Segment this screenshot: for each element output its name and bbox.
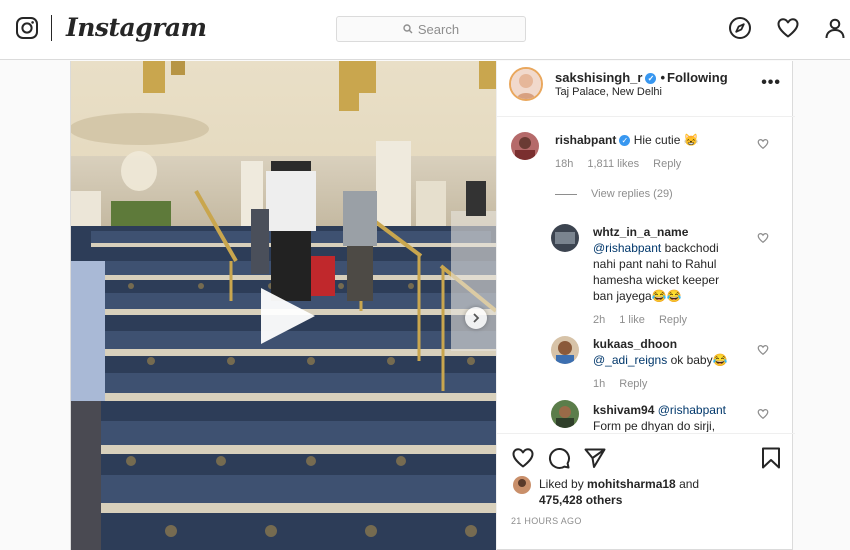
comment-like-heart-icon[interactable]: [757, 138, 769, 150]
comment-time[interactable]: 18h: [555, 158, 573, 170]
comment-meta: 1h Reply: [593, 378, 661, 390]
post-side-panel: sakshisingh_r ✓ • Following Taj Palace, New…: [496, 61, 795, 550]
avatar-image: [551, 336, 579, 364]
author-username[interactable]: sakshisingh_r: [555, 70, 642, 85]
comment-bubble-icon[interactable]: [547, 446, 571, 470]
author-line: sakshisingh_r ✓ • Following: [555, 70, 728, 85]
commenter-avatar[interactable]: [511, 132, 539, 160]
liked-by-prefix: Liked by: [539, 477, 588, 491]
comment-body: kukaas_dhoon @_adi_reigns ok baby😂: [593, 336, 753, 368]
post-actions: Liked by mohitsharma18 and 475,428 other…: [497, 433, 795, 550]
comment-mention[interactable]: @rishabpant: [658, 403, 726, 417]
search-icon: [403, 24, 413, 34]
view-replies-line: [555, 193, 577, 195]
comment-body: kshivam94 @rishabpant Form pe dhyan do s…: [593, 402, 753, 432]
comment-meta: 18h 1,811 likes Reply: [555, 158, 695, 170]
search-input[interactable]: Search: [336, 16, 526, 42]
comment-likes[interactable]: 1,811 likes: [587, 158, 639, 170]
comment-time[interactable]: 2h: [593, 314, 605, 326]
verified-badge-icon: ✓: [645, 73, 657, 85]
liked-by-username[interactable]: mohitsharma18: [587, 477, 676, 491]
comment-username[interactable]: whtz_in_a_name: [593, 225, 688, 239]
liker-avatar[interactable]: [513, 476, 531, 494]
comment-like-heart-icon[interactable]: [757, 344, 769, 356]
comment-username[interactable]: rishabpant: [555, 133, 616, 147]
verified-badge-icon: ✓: [619, 135, 631, 147]
more-options-button[interactable]: •••: [761, 74, 781, 92]
save-bookmark-icon[interactable]: [759, 446, 783, 470]
comment-body: whtz_in_a_name @rishabpant backchodi nah…: [593, 224, 733, 304]
liked-by-text: Liked by mohitsharma18 and 475,428 other…: [513, 476, 753, 508]
explore-compass-icon[interactable]: [728, 16, 752, 40]
comment-like-heart-icon[interactable]: [757, 232, 769, 244]
avatar-image: [513, 476, 531, 494]
commenter-avatar[interactable]: [551, 336, 579, 364]
liked-by-summary: Liked by mohitsharma18 and 475,428 other…: [513, 476, 753, 508]
like-heart-icon[interactable]: [511, 446, 535, 470]
next-media-button[interactable]: [465, 307, 487, 329]
play-icon[interactable]: [257, 286, 317, 346]
comment-text: Hie cutie 😸: [633, 133, 699, 147]
separator-dot: •: [660, 70, 665, 85]
avatar-image: [551, 224, 579, 252]
comment-mention[interactable]: @_adi_reigns: [593, 353, 667, 367]
comment-meta: 2h 1 like Reply: [593, 314, 701, 326]
activity-heart-icon[interactable]: [776, 16, 800, 40]
commenter-avatar[interactable]: [551, 400, 579, 428]
reply-button[interactable]: Reply: [659, 314, 687, 326]
following-button[interactable]: Following: [667, 70, 728, 85]
commenter-avatar[interactable]: [551, 224, 579, 252]
post-header: sakshisingh_r ✓ • Following Taj Palace, New…: [497, 61, 795, 117]
comment-time[interactable]: 1h: [593, 378, 605, 390]
liked-by-and: and: [675, 477, 700, 491]
share-paper-plane-icon[interactable]: [583, 446, 607, 470]
comment-body: rishabpant ✓ Hie cutie 😸: [555, 132, 755, 148]
post-card: sakshisingh_r ✓ • Following Taj Palace, New…: [70, 61, 795, 550]
avatar-image: [511, 132, 539, 160]
top-navigation-bar: Instagram Search: [0, 0, 850, 60]
nav-divider: [51, 15, 52, 41]
comment-text: ok baby😂: [667, 353, 728, 367]
view-replies-button[interactable]: View replies (29): [555, 188, 673, 200]
comment-username[interactable]: kshivam94: [593, 403, 654, 417]
reply-button[interactable]: Reply: [653, 158, 681, 170]
liked-by-others[interactable]: 475,428 others: [539, 493, 622, 507]
comments-list[interactable]: rishabpant ✓ Hie cutie 😸 18h 1,811 likes Re…: [497, 118, 795, 432]
avatar-image: [511, 69, 541, 99]
comment-mention[interactable]: @rishabpant: [593, 241, 661, 255]
view-replies-label: View replies (29): [591, 188, 673, 200]
post-timestamp[interactable]: 21 HOURS AGO: [511, 516, 582, 526]
post-location[interactable]: Taj Palace, New Delhi: [555, 86, 662, 98]
comment-likes[interactable]: 1 like: [619, 314, 645, 326]
profile-icon[interactable]: [823, 16, 847, 40]
chevron-right-icon: [473, 313, 480, 323]
instagram-wordmark[interactable]: Instagram: [66, 13, 207, 42]
reply-button[interactable]: Reply: [619, 378, 647, 390]
avatar-image: [551, 400, 579, 428]
instagram-glyph-icon[interactable]: [15, 16, 39, 40]
post-video[interactable]: [71, 61, 496, 550]
comment-username[interactable]: kukaas_dhoon: [593, 337, 677, 351]
comment-text: Form pe dhyan do sirji,: [593, 419, 716, 432]
search-placeholder: Search: [417, 21, 460, 37]
author-avatar[interactable]: [509, 67, 543, 101]
comment-like-heart-icon[interactable]: [757, 408, 769, 420]
